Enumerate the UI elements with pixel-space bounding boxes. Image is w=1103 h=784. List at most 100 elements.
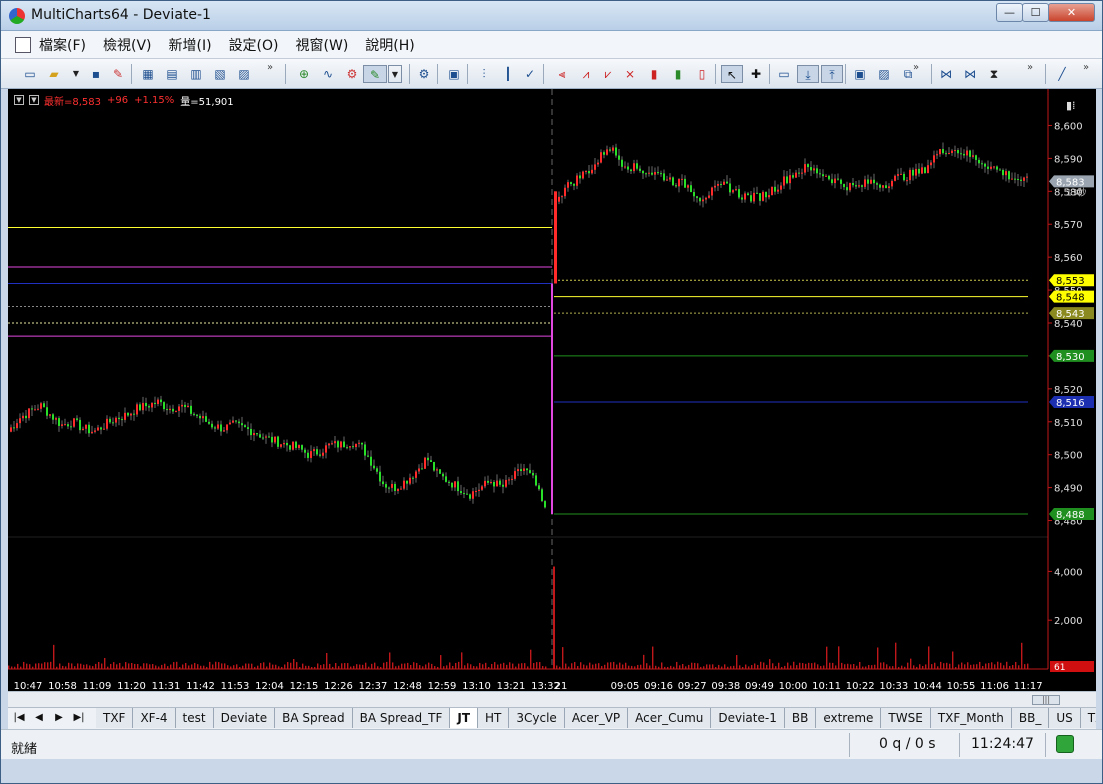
- menu-window[interactable]: 視窗(W): [296, 35, 349, 55]
- connection-status-icon[interactable]: [1056, 735, 1074, 753]
- trendline-icon[interactable]: ╱: [1053, 65, 1071, 83]
- chart-window[interactable]: 8,6008,5908,5808,5708,5608,5508,5408,530…: [8, 89, 1096, 691]
- new-editor-icon[interactable]: ▧: [211, 65, 229, 83]
- toolbar-more-icon[interactable]: »: [267, 62, 273, 73]
- menu-help[interactable]: 說明(H): [365, 35, 414, 55]
- volume-bar-day2: [613, 661, 615, 669]
- candlestick-icon[interactable]: ┃: [499, 65, 517, 83]
- price-tick-label: 8,570: [1054, 220, 1083, 231]
- new-chart-icon[interactable]: ▦: [139, 65, 157, 83]
- zoom-out-icon[interactable]: ⋈: [961, 65, 979, 83]
- volume-bar-day1: [212, 664, 214, 669]
- insert-signal-icon[interactable]: ∿: [319, 65, 337, 83]
- tab-ba-spread-tf[interactable]: BA Spread_TF: [352, 708, 451, 728]
- tab-next-icon[interactable]: ▶: [52, 711, 66, 725]
- crosshair-icon[interactable]: ✚: [747, 65, 765, 83]
- open-folder-icon[interactable]: ▰: [45, 65, 63, 83]
- legend-menu-icon[interactable]: ▼: [29, 95, 39, 105]
- legend-last-price: 最新=8,583: [44, 96, 102, 108]
- tab-bb[interactable]: BB_: [1011, 708, 1050, 728]
- point-figure-icon[interactable]: ⨯: [621, 65, 639, 83]
- tab-acer-cumu[interactable]: Acer_Cumu: [628, 708, 712, 728]
- tab-txf[interactable]: TXF: [96, 708, 134, 728]
- scroll-down-icon[interactable]: ⤓: [797, 65, 819, 83]
- candle-green-icon[interactable]: ▮: [669, 65, 687, 83]
- close-button[interactable]: ✕: [1048, 3, 1095, 22]
- legend-expand-icon[interactable]: ▼: [14, 95, 24, 105]
- new-workspace-icon[interactable]: ▭: [21, 65, 39, 83]
- insert-indicator-icon[interactable]: ⊕: [295, 65, 313, 83]
- tab-ba-spread[interactable]: BA Spread: [275, 708, 353, 728]
- tab-prev-icon[interactable]: ◀: [32, 711, 46, 725]
- minimize-button[interactable]: —: [996, 3, 1023, 22]
- candle-body-day1: [394, 483, 396, 491]
- drawing-tool-icon[interactable]: ✎: [363, 65, 387, 83]
- toolbar-more-icon[interactable]: »: [1083, 62, 1089, 73]
- alert-icon[interactable]: ⚙: [415, 65, 433, 83]
- candle-body-day1: [211, 423, 213, 428]
- drawing-dropdown-icon[interactable]: ▼: [388, 65, 402, 83]
- menu-insert[interactable]: 新增(I): [169, 35, 212, 55]
- tab-deviate[interactable]: Deviate: [213, 708, 276, 728]
- volume-bar-day1: [215, 661, 217, 669]
- tab-jt[interactable]: JT: [450, 708, 479, 728]
- maximize-button[interactable]: ☐: [1022, 3, 1049, 22]
- scroll-up-icon[interactable]: ⤒: [821, 65, 843, 83]
- tab-bb[interactable]: BB: [784, 708, 817, 728]
- candle-red-icon[interactable]: ▮: [645, 65, 663, 83]
- format-window-icon[interactable]: ▣: [445, 65, 463, 83]
- tab-xf-4[interactable]: XF-4: [133, 708, 176, 728]
- tab-us[interactable]: US: [1049, 708, 1081, 728]
- strategy-icon[interactable]: ⚙: [343, 65, 361, 83]
- tab-twse[interactable]: TWSE: [881, 708, 931, 728]
- new-scanner-icon[interactable]: ▤: [163, 65, 181, 83]
- tab-acer-vp[interactable]: Acer_VP: [564, 708, 629, 728]
- ohlc-icon[interactable]: ⫷: [553, 65, 571, 83]
- menu-view[interactable]: 檢視(V): [103, 35, 152, 55]
- volume-bar-day2: [607, 662, 609, 669]
- candle-hollow-icon[interactable]: ▯: [693, 65, 711, 83]
- menu-file[interactable]: 檔案(F): [39, 35, 86, 55]
- candle-body-day2: [663, 173, 665, 181]
- horizontal-scrollbar[interactable]: |||: [8, 691, 1096, 707]
- candle-body-day1: [505, 479, 507, 487]
- tab-txf[interactable]: TXF: [1080, 708, 1096, 728]
- tab-extreme[interactable]: extreme: [816, 708, 882, 728]
- volume-bar-day1: [488, 667, 490, 669]
- data-window-icon[interactable]: ▣: [851, 65, 869, 83]
- hlc-icon[interactable]: ⩘: [577, 65, 595, 83]
- picture-icon[interactable]: ▨: [875, 65, 893, 83]
- candle-body-day2: [903, 173, 905, 181]
- menu-settings[interactable]: 設定(O): [229, 35, 279, 55]
- toolbar-more-icon[interactable]: »: [913, 62, 919, 73]
- bar-chart-icon[interactable]: ⫶: [475, 65, 493, 83]
- dot-icon[interactable]: ⩗: [599, 65, 617, 83]
- tab-last-icon[interactable]: ▶|: [72, 711, 86, 725]
- candle-body-day1: [124, 412, 126, 420]
- volume-bar-day1: [140, 666, 142, 669]
- tab-test[interactable]: test: [175, 708, 214, 728]
- document-icon[interactable]: [15, 37, 31, 53]
- line-chart-icon[interactable]: ✓: [521, 65, 539, 83]
- new-dom-icon[interactable]: ▥: [187, 65, 205, 83]
- comment-icon[interactable]: ▭: [775, 65, 793, 83]
- save-icon[interactable]: ▪: [87, 65, 105, 83]
- tab-first-icon[interactable]: |◀: [12, 711, 26, 725]
- scrollbar-thumb[interactable]: |||: [1032, 695, 1060, 705]
- dropdown-arrow-icon[interactable]: ▼: [67, 65, 85, 83]
- menu-bar: 檔案(F) 檢視(V) 新增(I) 設定(O) 視窗(W) 說明(H) ⇱ — …: [1, 31, 1102, 85]
- toolbar-more-icon[interactable]: »: [1027, 62, 1033, 73]
- hourglass-icon[interactable]: ⧗: [985, 65, 1003, 83]
- status-text: 就緒: [11, 742, 38, 757]
- tab-deviate-1[interactable]: Deviate-1: [711, 708, 785, 728]
- close-workspace-icon[interactable]: ✎: [109, 65, 127, 83]
- pointer-icon[interactable]: ↖: [721, 65, 743, 83]
- title-bar[interactable]: MultiCharts64 - Deviate-1 — ☐ ✕: [1, 1, 1102, 31]
- tab-3cycle[interactable]: 3Cycle: [509, 708, 565, 728]
- volume-bar-day1: [116, 664, 118, 669]
- tab-txf-month[interactable]: TXF_Month: [930, 708, 1012, 728]
- zoom-in-icon[interactable]: ⋈: [937, 65, 955, 83]
- price-chart[interactable]: 8,6008,5908,5808,5708,5608,5508,5408,530…: [8, 89, 1096, 691]
- new-report-icon[interactable]: ▨: [235, 65, 253, 83]
- tab-ht[interactable]: HT: [478, 708, 510, 728]
